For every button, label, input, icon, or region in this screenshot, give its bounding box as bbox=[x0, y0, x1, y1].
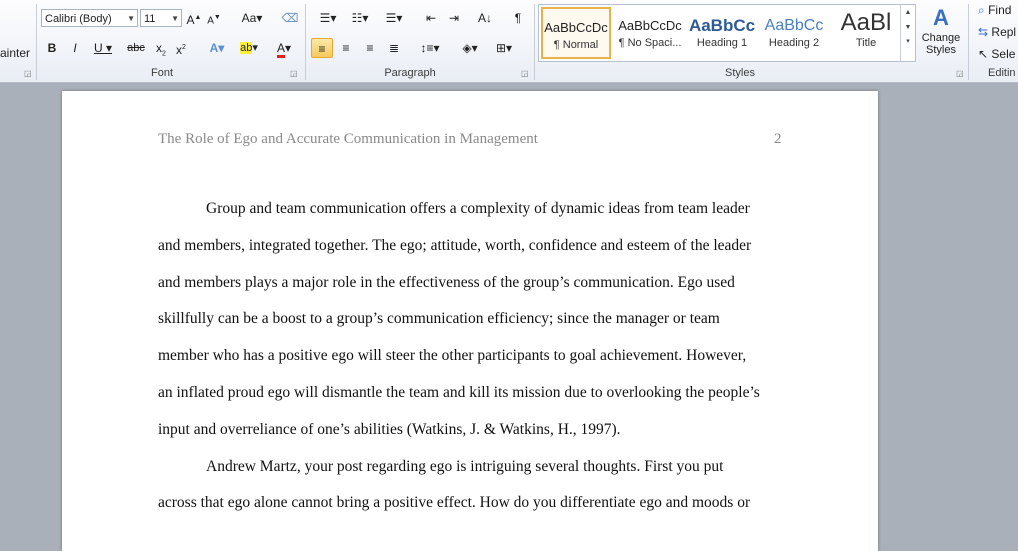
shading-icon[interactable]: ◈▾ bbox=[456, 38, 484, 58]
align-left-icon[interactable]: ≡ bbox=[311, 38, 333, 58]
replace-label: Repl bbox=[991, 25, 1017, 39]
style-title[interactable]: AaBl Title bbox=[831, 7, 901, 59]
clear-formatting-icon[interactable]: ⌫ bbox=[281, 8, 299, 28]
shrink-font-icon[interactable]: A▼ bbox=[206, 8, 222, 28]
style-name: Heading 2 bbox=[768, 37, 820, 49]
font-size-value: 11 bbox=[144, 13, 156, 25]
style-sample: AaBbCcDc bbox=[618, 18, 682, 33]
font-name-combo[interactable]: Calibri (Body) ▼ bbox=[41, 9, 138, 27]
ribbon: ainter ◲ Calibri (Body) ▼ 11 ▼ A▲ A▼ Aa▾… bbox=[0, 0, 1018, 83]
styles-group-label: Styles bbox=[725, 67, 755, 79]
font-group-label: Font bbox=[150, 67, 173, 79]
chevron-down-icon[interactable]: ▼ bbox=[901, 24, 915, 31]
style-no-spacing[interactable]: AaBbCcDc ¶ No Spaci... bbox=[615, 7, 685, 59]
paragraph-launcher-icon[interactable]: ◲ bbox=[521, 70, 529, 78]
page-number: 2 bbox=[774, 131, 782, 147]
italic-icon[interactable]: I bbox=[68, 38, 82, 58]
select-button[interactable]: ↖ Sele bbox=[978, 47, 1015, 61]
format-painter-label[interactable]: ainter bbox=[0, 46, 30, 60]
style-name: Heading 1 bbox=[696, 37, 748, 49]
clipboard-launcher-icon[interactable]: ◲ bbox=[24, 70, 32, 78]
change-styles-label: Change Styles bbox=[921, 32, 961, 56]
style-name: ¶ No Spaci... bbox=[618, 37, 682, 49]
show-formatting-icon[interactable]: ¶ bbox=[510, 8, 526, 28]
change-case-icon[interactable]: Aa▾ bbox=[240, 8, 264, 28]
style-normal[interactable]: AaBbCcDc ¶ Normal bbox=[541, 7, 611, 59]
underline-icon[interactable]: U ▾ bbox=[92, 38, 114, 58]
text-line: across that ego alone cannot bring a pos… bbox=[158, 494, 751, 512]
select-label: Sele bbox=[991, 47, 1016, 61]
cursor-icon: ↖ bbox=[978, 47, 989, 61]
grow-font-icon[interactable]: A▲ bbox=[186, 8, 202, 28]
style-heading-1[interactable]: AaBbCc Heading 1 bbox=[687, 7, 757, 59]
numbering-icon[interactable]: ☷▾ bbox=[346, 8, 374, 28]
chevron-down-icon: ▼ bbox=[171, 14, 179, 23]
document-area: The Role of Ego and Accurate Communicati… bbox=[0, 83, 1018, 551]
separator bbox=[968, 4, 969, 80]
more-styles-icon[interactable]: ▾ bbox=[901, 37, 915, 45]
replace-button[interactable]: ⇆ Repl bbox=[978, 25, 1016, 39]
separator bbox=[36, 4, 37, 80]
editing-group-label: Editin bbox=[988, 67, 1016, 79]
chevron-down-icon: ▼ bbox=[127, 14, 135, 23]
decrease-indent-icon[interactable]: ⇤ bbox=[422, 8, 440, 28]
borders-icon[interactable]: ⊞▾ bbox=[490, 38, 518, 58]
text-effects-icon[interactable]: A▾ bbox=[206, 38, 228, 58]
text-line: skillfully can be a boost to a group’s c… bbox=[158, 310, 720, 328]
bold-icon[interactable]: B bbox=[45, 38, 59, 58]
document-page[interactable]: The Role of Ego and Accurate Communicati… bbox=[62, 91, 878, 551]
superscript-icon[interactable]: x2 bbox=[174, 38, 188, 58]
sort-icon[interactable]: A↓ bbox=[476, 8, 494, 28]
font-launcher-icon[interactable]: ◲ bbox=[290, 70, 298, 78]
bullets-icon[interactable]: ☰▾ bbox=[314, 8, 342, 28]
multilevel-list-icon[interactable]: ☰▾ bbox=[380, 8, 408, 28]
separator bbox=[305, 4, 306, 80]
text-line: input and overreliance of one’s abilitie… bbox=[158, 420, 621, 438]
increase-indent-icon[interactable]: ⇥ bbox=[445, 8, 463, 28]
styles-scroll[interactable]: ▲ ▼ ▾ bbox=[900, 5, 915, 61]
highlight-icon[interactable]: ab▾ bbox=[235, 38, 263, 58]
running-header: The Role of Ego and Accurate Communicati… bbox=[158, 131, 538, 147]
style-sample: AaBl bbox=[840, 9, 892, 36]
align-center-icon[interactable]: ≡ bbox=[337, 38, 355, 58]
style-name: ¶ Normal bbox=[553, 39, 599, 51]
text-line: and members, integrated together. The eg… bbox=[158, 236, 752, 254]
subscript-icon[interactable]: x2 bbox=[154, 38, 168, 58]
document-body[interactable]: Group and team communication offers a co… bbox=[158, 191, 782, 522]
text-line: Group and team communication offers a co… bbox=[206, 200, 750, 217]
font-size-combo[interactable]: 11 ▼ bbox=[140, 9, 182, 27]
styles-gallery: AaBbCcDc ¶ Normal AaBbCcDc ¶ No Spaci...… bbox=[538, 4, 916, 62]
find-button[interactable]: ⌕ Find bbox=[978, 3, 1011, 18]
font-name-value: Calibri (Body) bbox=[45, 13, 112, 25]
change-styles-button[interactable]: A Change Styles bbox=[918, 4, 964, 66]
strikethrough-icon[interactable]: abc bbox=[126, 38, 146, 58]
change-styles-icon: A bbox=[933, 5, 949, 30]
text-line: and members plays a major role in the ef… bbox=[158, 273, 735, 291]
style-sample: AaBbCc bbox=[688, 16, 756, 35]
chevron-up-icon[interactable]: ▲ bbox=[901, 9, 915, 16]
find-icon: ⌕ bbox=[978, 3, 985, 17]
styles-launcher-icon[interactable]: ◲ bbox=[956, 70, 964, 78]
paragraph-group-label: Paragraph bbox=[384, 67, 436, 79]
replace-icon: ⇆ bbox=[978, 25, 989, 39]
font-color-icon[interactable]: A▾ bbox=[270, 38, 298, 58]
style-name: Title bbox=[855, 37, 877, 49]
style-sample: AaBbCcDc bbox=[544, 20, 608, 35]
separator bbox=[534, 4, 535, 80]
style-heading-2[interactable]: AaBbCc Heading 2 bbox=[759, 7, 829, 59]
line-spacing-icon[interactable]: ↕≡▾ bbox=[416, 38, 444, 58]
align-right-icon[interactable]: ≡ bbox=[361, 38, 379, 58]
find-label: Find bbox=[988, 3, 1012, 17]
justify-icon[interactable]: ≣ bbox=[385, 38, 403, 58]
text-line: an inflated proud ego will dismantle the… bbox=[158, 383, 760, 401]
style-sample: AaBbCc bbox=[764, 17, 824, 34]
text-line: member who has a positive ego will steer… bbox=[158, 347, 747, 365]
text-line: Andrew Martz, your post regarding ego is… bbox=[206, 457, 724, 475]
